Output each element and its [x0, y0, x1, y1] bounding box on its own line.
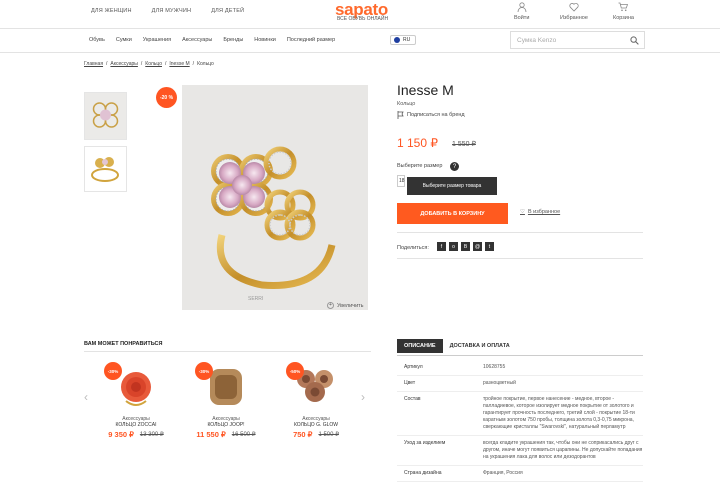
product-old-price: 1 500 ₽: [318, 432, 339, 438]
nav-item-jewelry[interactable]: Украшения: [143, 37, 171, 43]
top-link-men[interactable]: ДЛЯ МУЖЧИН: [152, 8, 192, 14]
top-links: ДЛЯ ЖЕНЩИН ДЛЯ МУЖЧИН ДЛЯ ДЕТЕЙ: [91, 8, 244, 14]
cart-icon: [618, 2, 629, 12]
size-tooltip: Выберите размер товара: [407, 177, 497, 195]
flag-icon: [397, 111, 404, 119]
carousel-prev-icon[interactable]: ‹: [84, 390, 88, 404]
breadcrumb-current: Кольцо: [197, 61, 214, 67]
carousel-next-icon[interactable]: ›: [361, 390, 365, 404]
nav-item-bags[interactable]: Сумки: [116, 37, 132, 43]
product-name: КОЛЬЦО JOOP!: [207, 422, 245, 428]
language-selector[interactable]: RU: [390, 35, 416, 45]
breadcrumb-link[interactable]: Inesse M: [169, 61, 189, 67]
divider: [84, 351, 371, 352]
top-link-kids[interactable]: ДЛЯ ДЕТЕЙ: [211, 8, 244, 14]
detail-row: Страна дизайна Франция, Россия: [397, 466, 643, 482]
detail-row: Уход за изделием всегда кладите украшения…: [397, 436, 643, 466]
odnoklassniki-icon[interactable]: о: [449, 242, 458, 251]
share-label: Поделиться:: [397, 245, 429, 251]
nav-item-shoes[interactable]: Обувь: [89, 37, 105, 43]
add-to-favorites-link[interactable]: ♡ В избранное: [520, 209, 560, 215]
nav-divider: [0, 52, 720, 53]
recommendations-title: ВАМ МОЖЕТ ПОНРАВИТЬСЯ: [84, 341, 163, 347]
tagline: ВСЕ ОБУВЬ ОНЛАЙН: [337, 16, 389, 22]
divider: [397, 232, 643, 233]
search-placeholder: Сумка Kenzo: [517, 36, 557, 44]
detail-row: Цвет разноцветный: [397, 376, 643, 392]
product-title: Inesse M: [397, 82, 454, 98]
zoom-icon: +: [327, 302, 334, 309]
product-subtitle: Кольцо: [397, 101, 416, 107]
follow-brand-link[interactable]: Подписаться на бренд: [397, 111, 465, 119]
header-divider: [0, 28, 720, 29]
vk-icon[interactable]: В: [461, 242, 470, 251]
image-watermark: SERRI: [248, 296, 263, 302]
facebook-icon[interactable]: f: [437, 242, 446, 251]
breadcrumb-link[interactable]: Аксессуары: [110, 61, 137, 67]
product-old-price: 1 550 ₽: [452, 141, 476, 148]
thumbnail-2[interactable]: [84, 146, 127, 192]
user-icon: [517, 2, 527, 12]
tabs-divider: [397, 355, 643, 356]
breadcrumb: Главная / Аксессуары / Кольцо / Inesse M / К…: [84, 61, 214, 67]
top-link-women[interactable]: ДЛЯ ЖЕНЩИН: [91, 8, 132, 14]
tab-delivery[interactable]: ДОСТАВКА И ОПЛАТА: [443, 339, 517, 353]
flag-icon: [394, 37, 400, 43]
search-input[interactable]: Сумка Kenzo: [510, 31, 645, 49]
cart-button[interactable]: Корзина: [613, 2, 634, 21]
mail-icon[interactable]: @: [473, 242, 482, 251]
tab-description[interactable]: ОПИСАНИЕ: [397, 339, 443, 353]
breadcrumb-link[interactable]: Кольцо: [145, 61, 162, 67]
details-tabs: ОПИСАНИЕ ДОСТАВКА И ОПЛАТА: [397, 339, 517, 353]
nav-item-accessories[interactable]: Аксессуары: [182, 37, 212, 43]
ring-side-thumbnail-image: [85, 147, 126, 191]
divider: [397, 258, 643, 259]
size-help-icon[interactable]: ?: [450, 162, 459, 171]
product-old-price: 13 300 ₽: [139, 432, 164, 438]
detail-row: Артикул 10628755: [397, 360, 643, 376]
search-icon[interactable]: [630, 36, 639, 45]
heart-icon: ♡: [520, 209, 525, 215]
favorites-button[interactable]: Избранное: [560, 2, 588, 21]
discount-badge: -30%: [104, 362, 122, 380]
discount-badge: -50%: [286, 362, 304, 380]
discount-badge: -20 %: [156, 87, 177, 108]
product-price: 11 550 ₽: [196, 430, 226, 439]
add-to-cart-button[interactable]: ДОБАВИТЬ В КОРЗИНУ: [397, 203, 508, 224]
ring-thumbnail-image: [85, 93, 126, 139]
twitter-icon[interactable]: t: [485, 242, 494, 251]
nav-item-brands[interactable]: Бренды: [223, 37, 243, 43]
product-name: КОЛЬЦО G. GLOW: [293, 422, 339, 428]
heart-icon: [569, 3, 579, 12]
nav-item-last-size[interactable]: Последний размер: [287, 37, 335, 43]
product-old-price: 16 500 ₽: [231, 432, 256, 438]
ring-image: SERRI: [211, 146, 336, 302]
thumbnail-1[interactable]: [84, 92, 127, 140]
product-price: 1 150 ₽: [397, 136, 438, 150]
product-price: 750 ₽: [293, 430, 313, 439]
discount-badge: -30%: [195, 362, 213, 380]
login-button[interactable]: Войти: [514, 2, 529, 21]
main-nav: Обувь Сумки Украшения Аксессуары Бренды …: [89, 37, 335, 43]
details-table: Артикул 10628755 Цвет разноцветный Состав т…: [397, 360, 643, 482]
detail-row: Состав тройное покрытие, первое нанесение…: [397, 392, 643, 436]
product-price: 9 350 ₽: [108, 430, 134, 439]
breadcrumb-link[interactable]: Главная: [84, 61, 103, 67]
size-label: Выберите размер: [397, 163, 443, 169]
zoom-button[interactable]: + Увеличить: [327, 302, 364, 309]
nav-item-new[interactable]: Новинки: [254, 37, 276, 43]
product-main-image[interactable]: SERRI: [182, 85, 368, 310]
size-select[interactable]: 18: [397, 175, 405, 187]
product-name: КОЛЬЦО ZOCCAI: [115, 422, 157, 428]
